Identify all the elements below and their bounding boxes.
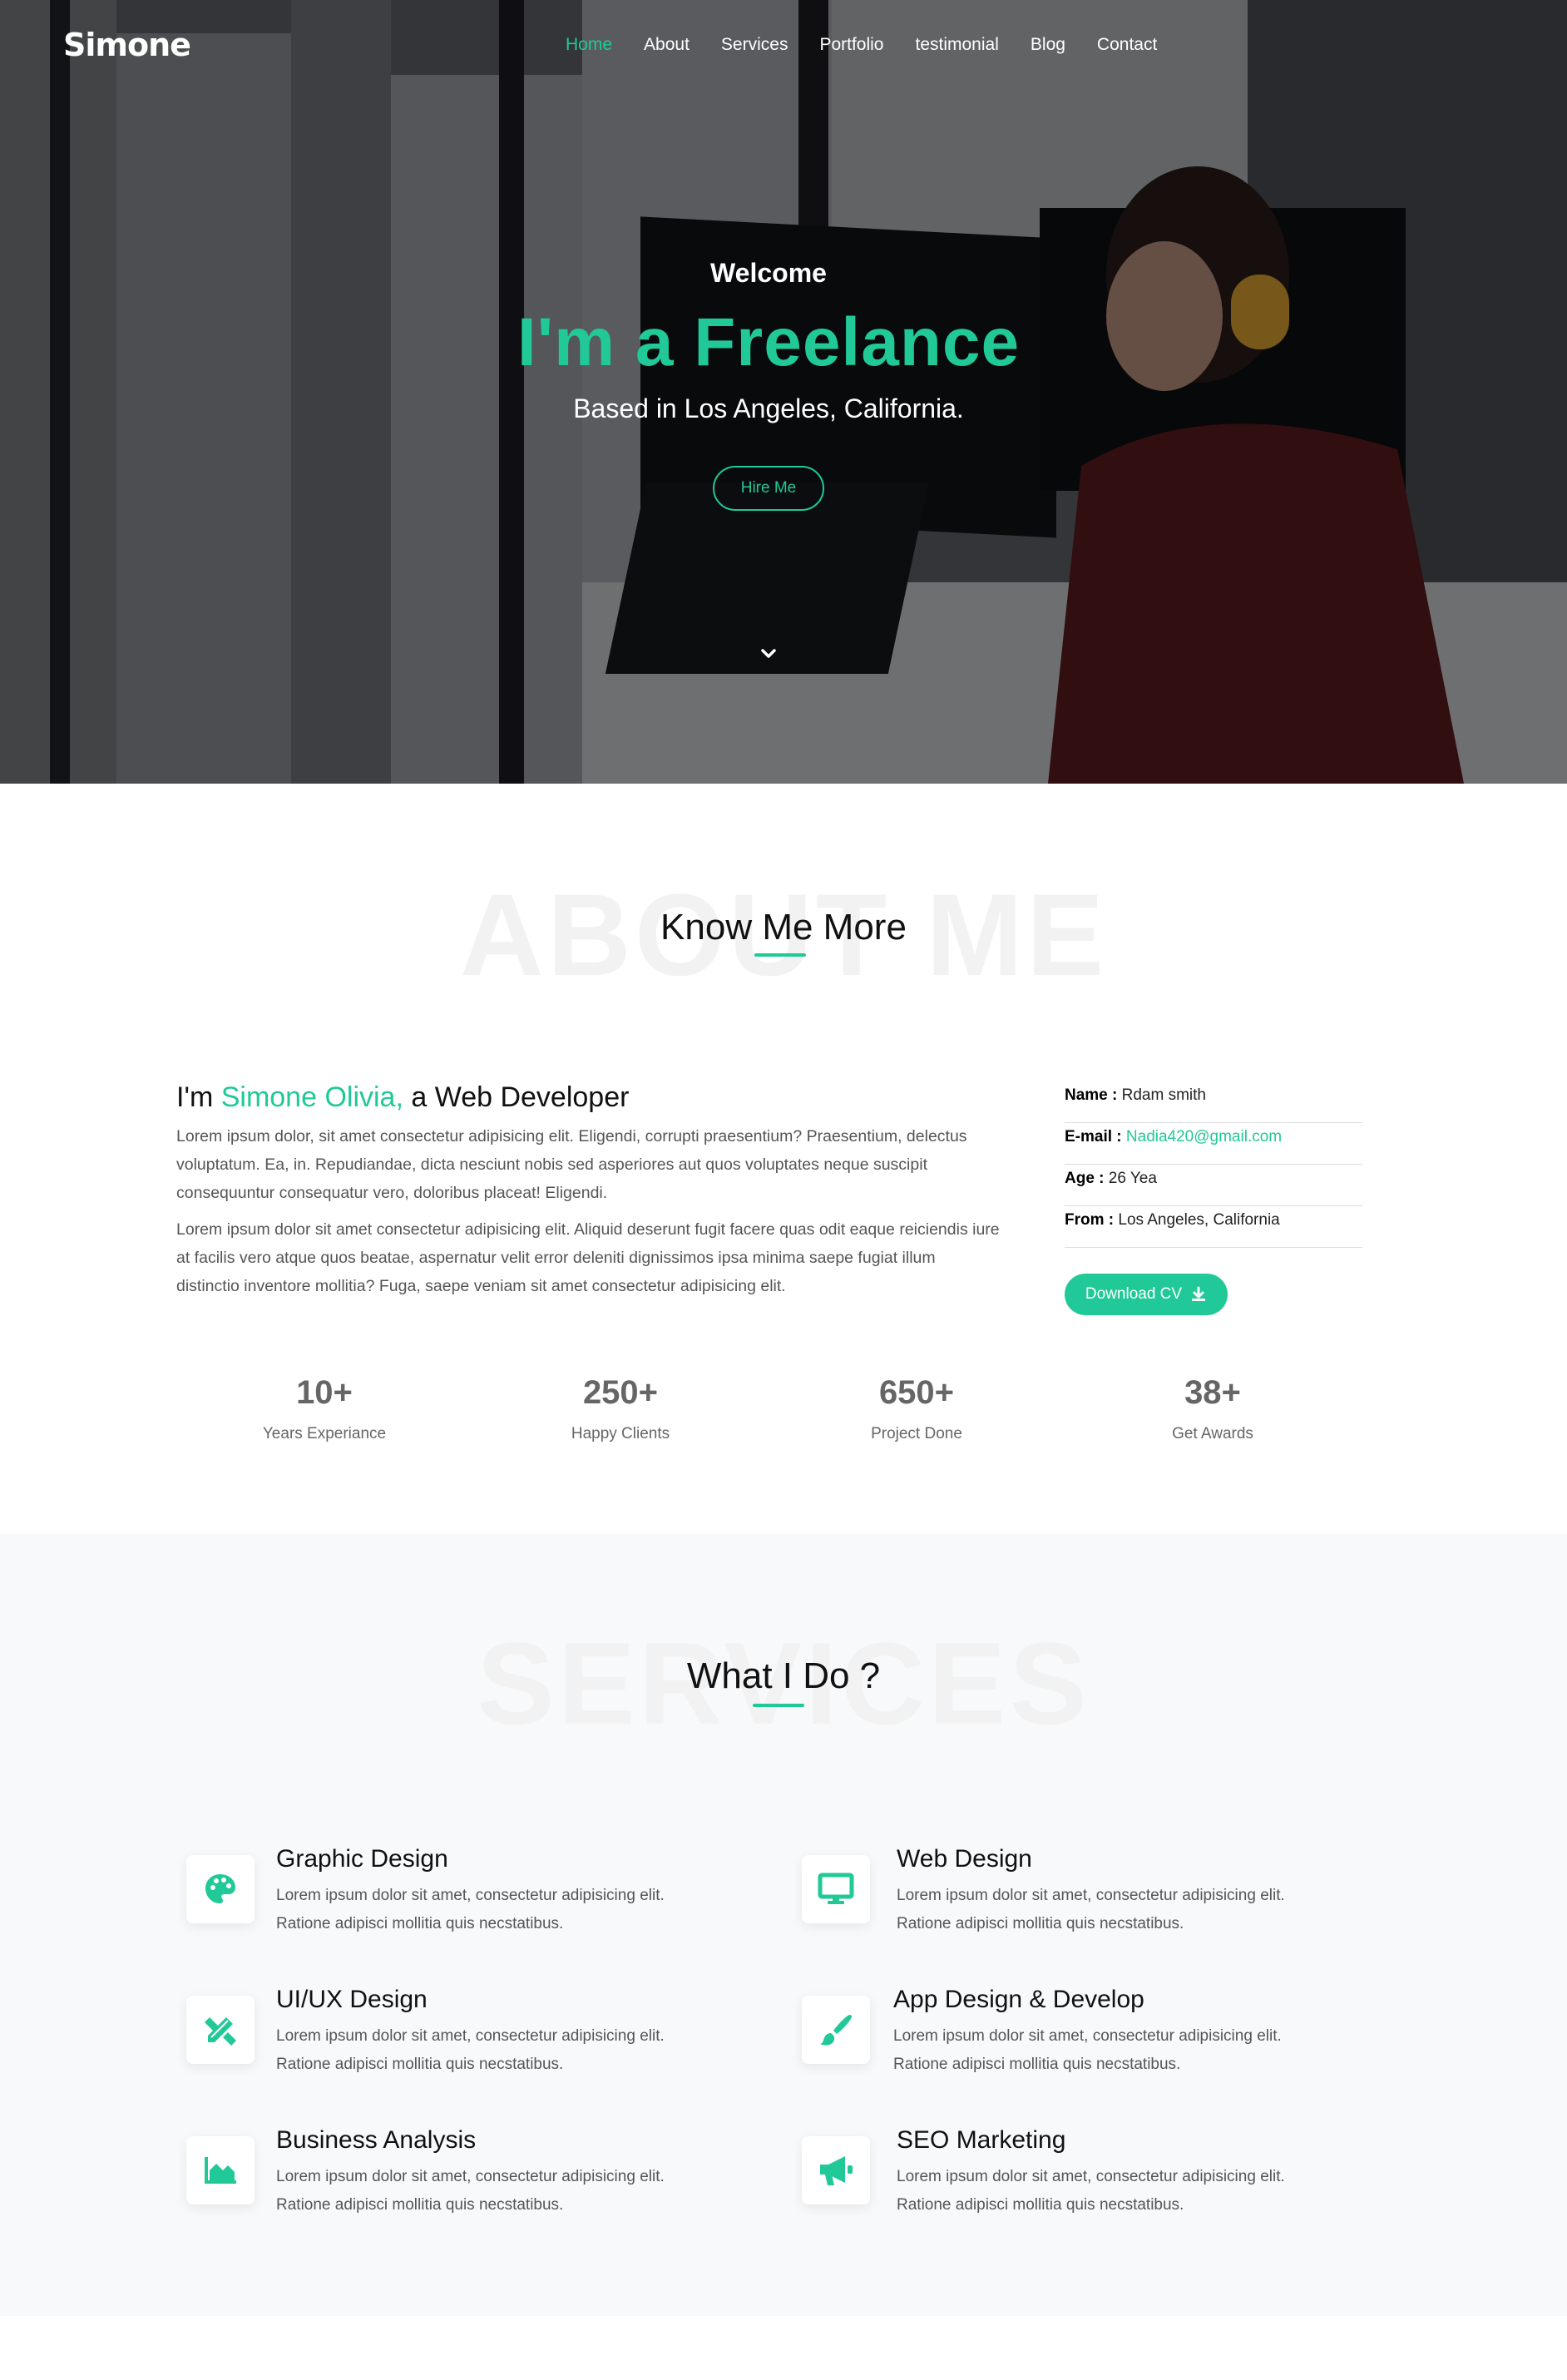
- service-title: Web Design: [897, 1845, 1032, 1873]
- nav-item-blog[interactable]: Blog: [1031, 35, 1065, 55]
- about-paragraph-1: Lorem ipsum dolor, sit amet consectetur …: [176, 1127, 967, 1202]
- desktop-icon: [818, 1873, 854, 1904]
- service-description: Lorem ipsum dolor sit amet, consectetur …: [276, 2168, 665, 2214]
- service-description: Lorem ipsum dolor sit amet, consectetur …: [276, 1887, 665, 1932]
- nav-item-testimonial[interactable]: testimonial: [916, 35, 999, 55]
- palette-icon: [205, 1874, 235, 1903]
- nav-menu: Home About Services Portfolio testimonia…: [566, 35, 1157, 55]
- about-info-list: Name : Rdam smith E-mail : Nadia420@gmai…: [1065, 1081, 1362, 1248]
- info-row-name: Name : Rdam smith: [1065, 1081, 1362, 1123]
- service-description: Lorem ipsum dolor sit amet, consectetur …: [897, 1887, 1285, 1932]
- service-title: App Design & Develop: [893, 1986, 1144, 2013]
- hero-headline: I'm a Freelance: [517, 304, 1021, 380]
- info-row-email: E-mail : Nadia420@gmail.com: [1065, 1123, 1362, 1165]
- top-navbar: Simone Home About Services Portfolio tes…: [0, 0, 1567, 92]
- nav-item-home[interactable]: Home: [566, 35, 612, 55]
- about-paragraph-2: Lorem ipsum dolor sit amet consectetur a…: [176, 1220, 1000, 1295]
- info-row-age: Age : 26 Yea: [1065, 1165, 1362, 1206]
- about-bio: I'm Simone Olivia, a Web Developer Lorem…: [176, 1081, 1000, 1300]
- hero-section: Simone Home About Services Portfolio tes…: [0, 0, 1567, 784]
- service-description: Lorem ipsum dolor sit amet, consectetur …: [893, 2027, 1282, 2073]
- service-description: Lorem ipsum dolor sit amet, consectetur …: [897, 2168, 1285, 2214]
- download-icon: [1192, 1286, 1206, 1301]
- service-title: Business Analysis: [276, 2126, 477, 2154]
- hero-content: Welcome I'm a Freelance Based in Los Ang…: [0, 258, 1537, 511]
- stat-clients: 250+ Happy Clients: [571, 1374, 670, 1442]
- about-name-highlight: Simone Olivia,: [220, 1081, 403, 1113]
- stat-awards: 38+ Get Awards: [1172, 1374, 1253, 1442]
- info-row-from: From : Los Angeles, California: [1065, 1206, 1362, 1248]
- about-section-title: Know Me More: [660, 907, 907, 948]
- chevron-down-icon[interactable]: [759, 644, 779, 664]
- email-link[interactable]: Nadia420@gmail.com: [1126, 1128, 1282, 1145]
- stat-years: 10+ Years Experiance: [262, 1374, 387, 1442]
- hero-welcome: Welcome: [710, 258, 827, 288]
- area-chart-icon: [205, 2157, 236, 2184]
- service-description: Lorem ipsum dolor sit amet, consectetur …: [276, 2027, 665, 2073]
- service-title: SEO Marketing: [897, 2126, 1066, 2154]
- nav-item-about[interactable]: About: [644, 35, 690, 55]
- nav-item-portfolio[interactable]: Portfolio: [819, 35, 883, 55]
- hero-subline: Based in Los Angeles, California.: [573, 393, 964, 423]
- service-title: Graphic Design: [276, 1845, 448, 1873]
- stats-row: 10+ Years Experiance 250+ Happy Clients 65…: [176, 1374, 1391, 1443]
- nav-item-contact[interactable]: Contact: [1097, 35, 1157, 55]
- nav-item-services[interactable]: Services: [721, 35, 788, 55]
- download-cv-button[interactable]: Download CV: [1065, 1274, 1228, 1315]
- services-title-underline: [753, 1704, 804, 1707]
- hire-me-button[interactable]: Hire Me: [712, 466, 825, 511]
- stat-projects: 650+ Project Done: [871, 1374, 962, 1442]
- service-title: UI/UX Design: [276, 1986, 428, 2013]
- brand-logo[interactable]: Simone: [63, 27, 191, 63]
- megaphone-icon: [820, 2156, 853, 2185]
- about-title-underline: [754, 953, 806, 957]
- pencil-ruler-icon: [205, 2017, 236, 2046]
- services-section-title: What I Do ?: [686, 1655, 881, 1696]
- about-intro-heading: I'm Simone Olivia, a Web Developer: [176, 1081, 630, 1113]
- paint-brush-icon: [820, 2015, 852, 2046]
